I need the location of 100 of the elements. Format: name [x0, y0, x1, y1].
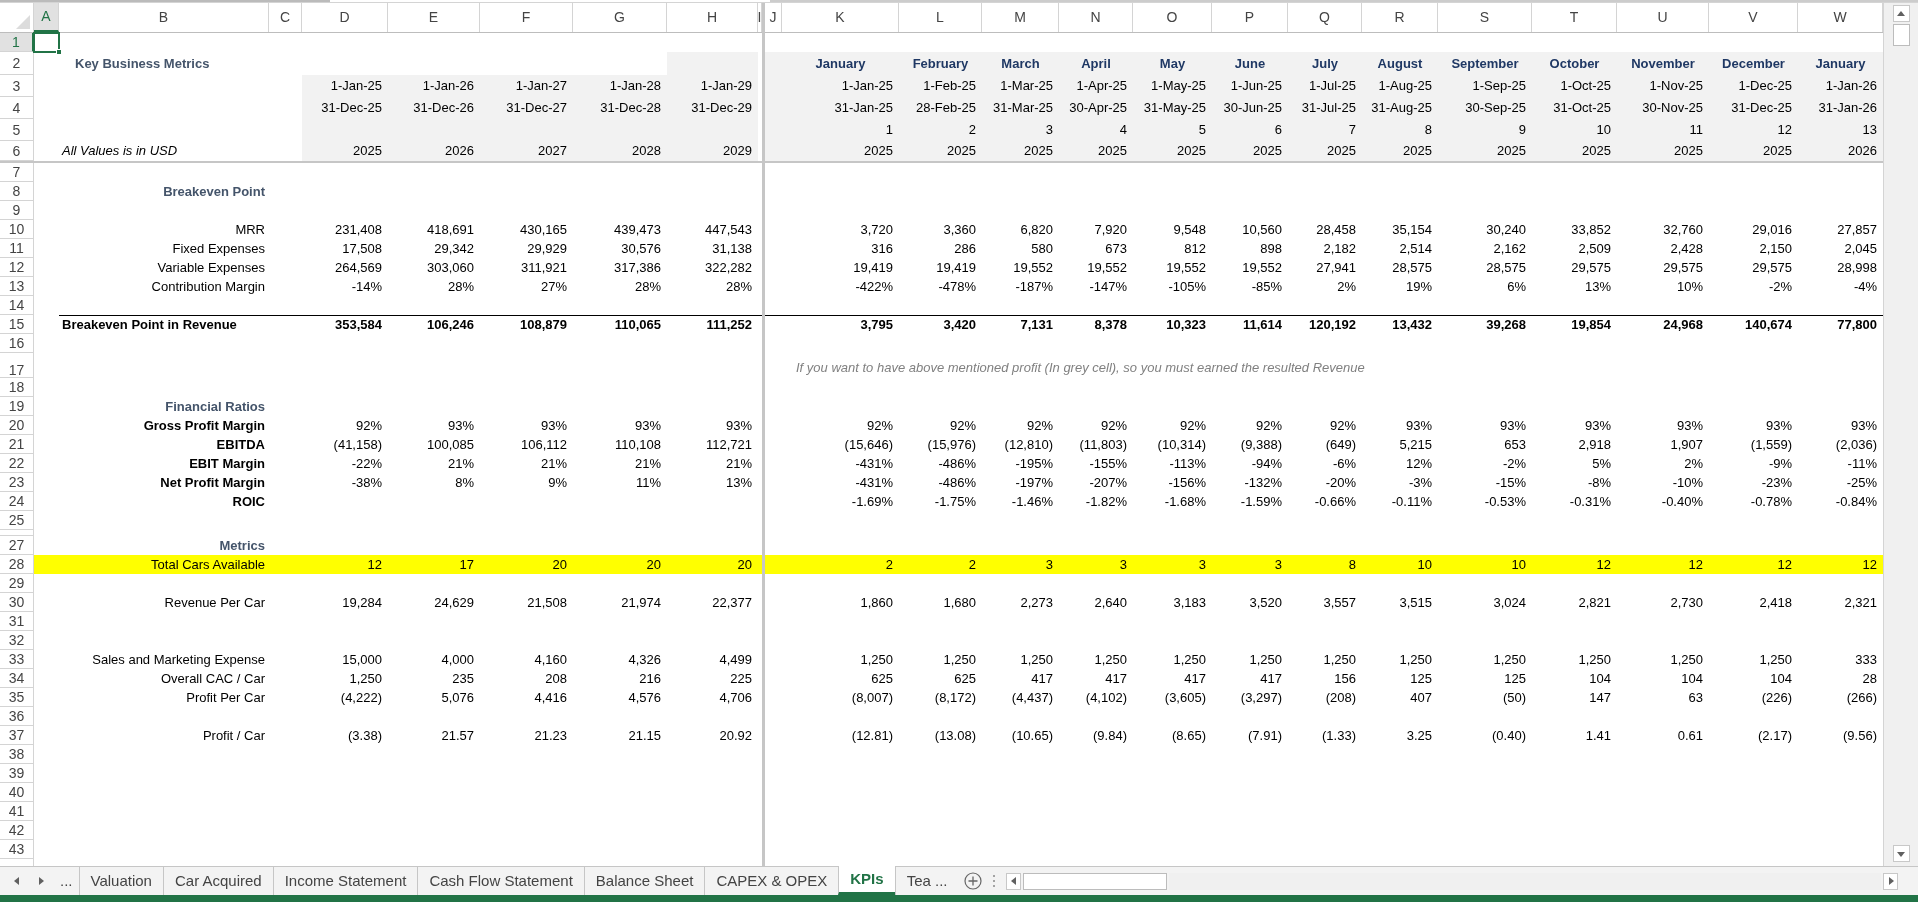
sheet-tab[interactable]: KPIs [838, 866, 895, 895]
table-cell-text: (15,976) [926, 435, 977, 454]
column-header[interactable]: V [1709, 3, 1798, 32]
row-number[interactable]: 1 [0, 33, 34, 52]
row-number[interactable]: 40 [0, 783, 34, 802]
table-cell-text: 92% [354, 416, 383, 435]
table-cell-text: -10% [1671, 473, 1704, 492]
row-number[interactable]: 15 [0, 315, 34, 334]
row-number[interactable]: 38 [0, 745, 34, 764]
row-number[interactable]: 2 [0, 52, 34, 75]
row-number[interactable]: 20 [0, 416, 34, 435]
table-cell-text: -2% [1767, 277, 1793, 296]
row-number[interactable]: 16 [0, 334, 34, 353]
column-header[interactable]: M [982, 3, 1059, 32]
row-number[interactable]: 14 [0, 296, 34, 315]
row-number[interactable]: 34 [0, 669, 34, 688]
row-number[interactable]: 25 [0, 511, 34, 530]
row-number[interactable]: 10 [0, 220, 34, 239]
row-number[interactable]: 41 [0, 802, 34, 821]
table-cell: 1-Oct-25 [1532, 75, 1617, 97]
column-header[interactable]: P [1212, 3, 1288, 32]
row-number[interactable]: 13 [0, 277, 34, 296]
table-cell: 2025 [1617, 141, 1709, 161]
note-text: If you want to have above mentioned profit (In grey cell), so you must earned the resulted Revenue [796, 358, 1365, 377]
vertical-scrollbar[interactable] [1883, 3, 1918, 866]
row-number[interactable]: 27 [0, 536, 34, 555]
table-cell-text: 28,575 [1391, 258, 1433, 277]
column-header[interactable]: J [765, 3, 782, 32]
column-header[interactable]: C [269, 3, 302, 32]
table-cell-text: (0.40) [1491, 726, 1527, 745]
column-header[interactable]: H [667, 3, 758, 32]
previous-sheet-icon[interactable] [12, 876, 22, 886]
more-sheets[interactable]: ... [60, 869, 73, 893]
table-cell-text: 1.41 [1584, 726, 1612, 745]
row-number[interactable]: 4 [0, 97, 34, 119]
table-cell-text: -8% [1586, 473, 1612, 492]
column-header[interactable]: E [388, 3, 480, 32]
row-number[interactable]: 7 [0, 163, 34, 182]
row-number[interactable]: 31 [0, 612, 34, 631]
add-sheet-icon[interactable] [964, 872, 983, 890]
column-header[interactable]: O [1133, 3, 1212, 32]
row-number[interactable]: 12 [0, 258, 34, 277]
row-number[interactable]: 33 [0, 650, 34, 669]
row-number[interactable]: 19 [0, 397, 34, 416]
column-header[interactable]: K [782, 3, 899, 32]
row-number[interactable]: 21 [0, 435, 34, 454]
column-header[interactable]: S [1438, 3, 1532, 32]
row-number[interactable]: 37 [0, 726, 34, 745]
table-cell: 2025 [302, 141, 388, 161]
column-header[interactable]: L [899, 3, 982, 32]
row-number[interactable]: 30 [0, 593, 34, 612]
table-cell-text: (8,172) [933, 688, 977, 707]
table-cell-text: 1,250 [942, 650, 977, 669]
table-cell-text: 10% [1675, 277, 1704, 296]
column-header[interactable]: Q [1288, 3, 1362, 32]
row-number[interactable]: 32 [0, 631, 34, 650]
column-header[interactable]: N [1059, 3, 1133, 32]
table-cell-text: 21,508 [526, 593, 568, 612]
column-header[interactable]: T [1532, 3, 1617, 32]
table-cell-text: -15% [1494, 473, 1527, 492]
row-number[interactable]: 39 [0, 764, 34, 783]
column-header[interactable]: R [1362, 3, 1438, 32]
row-number[interactable]: 6 [0, 141, 34, 161]
table-cell-text: -1.59% [1239, 492, 1283, 511]
table-cell: 1-Aug-25 [1362, 75, 1438, 97]
next-sheet-icon[interactable] [36, 876, 46, 886]
column-header[interactable]: D [302, 3, 388, 32]
row-number[interactable]: 9 [0, 201, 34, 220]
table-cell-text: -0.11% [1390, 492, 1433, 511]
table-cell-text: -207% [1088, 473, 1128, 492]
row-number[interactable]: 42 [0, 821, 34, 840]
table-cell: 2026 [388, 141, 480, 161]
column-header[interactable]: U [1617, 3, 1709, 32]
column-header[interactable]: B [59, 3, 269, 32]
row-number[interactable]: 23 [0, 473, 34, 492]
row-number[interactable]: 36 [0, 707, 34, 726]
scroll-thumb[interactable] [1892, 24, 1910, 46]
row-number[interactable]: 17 [0, 353, 34, 378]
column-header[interactable]: F [480, 3, 573, 32]
row-number[interactable]: 11 [0, 239, 34, 258]
table-cell-text: -9% [1767, 454, 1793, 473]
column-header[interactable]: A [34, 3, 59, 32]
row-number[interactable]: 29 [0, 574, 34, 593]
row-number[interactable]: 22 [0, 454, 34, 473]
table-cell: 8 [1288, 555, 1362, 574]
scroll-left-icon[interactable] [1009, 876, 1019, 886]
table-cell-text: (41,158) [332, 435, 383, 454]
row-number[interactable]: 5 [0, 119, 34, 141]
row-number[interactable]: 24 [0, 492, 34, 511]
column-header[interactable]: G [573, 3, 667, 32]
column-header[interactable]: I [758, 3, 762, 32]
table-cell-text: 4,416 [533, 688, 568, 707]
row-number[interactable]: 18 [0, 378, 34, 397]
row-number[interactable]: 8 [0, 182, 34, 201]
scroll-thumb[interactable] [1023, 872, 1168, 890]
row-number[interactable]: 43 [0, 840, 34, 859]
row-number[interactable]: 35 [0, 688, 34, 707]
selected-cell[interactable] [33, 32, 60, 53]
row-number[interactable]: 3 [0, 75, 34, 97]
table-cell-text: 9% [547, 473, 568, 492]
